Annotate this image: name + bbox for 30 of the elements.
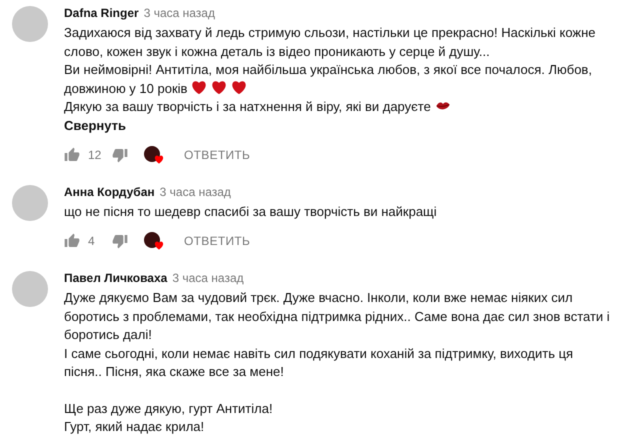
comment-text: Гурт, який надає крила! (64, 418, 206, 436)
heart-icon (191, 80, 208, 94)
avatar[interactable] (12, 271, 48, 307)
like-count: 12 (88, 146, 102, 164)
thumbs-down-icon[interactable] (112, 146, 128, 162)
avatar[interactable] (12, 184, 48, 220)
author-name[interactable]: Анна Кордубан (64, 182, 155, 200)
comment-text: Задихаюся від захвату й ледь стримую сльози, настільки це прекрасно! Наскількі кожне слово, кожен звук і кожна деталь із відео проникають у серце й душу... (64, 24, 597, 61)
reply-button[interactable]: ОТВЕТИТЬ (184, 232, 250, 250)
comment-text: що не пісня то шедевр спасибі за вашу творчість ви найкращі (64, 202, 438, 221)
heart-icon (211, 80, 228, 94)
author-name[interactable]: Dafna Ringer (64, 4, 139, 22)
comment-time[interactable]: 3 часа назад (172, 269, 244, 287)
like-count: 4 (88, 233, 96, 250)
thumbs-up-icon[interactable] (64, 146, 80, 162)
lips-icon (434, 100, 451, 112)
comment-text: І саме сьогодні, коли немає навіть сил подякувати коханій за підтримку, виходить ця пісня.. Пісня, яка скаже все за мене! (64, 344, 574, 381)
author-name[interactable]: Павел Личковаха (64, 269, 168, 287)
comment-time[interactable]: 3 часа назад (144, 4, 215, 22)
thumbs-down-icon[interactable] (112, 233, 128, 249)
thumbs-up-icon[interactable] (64, 233, 80, 249)
avatar[interactable] (12, 6, 48, 42)
heart-icon (231, 80, 248, 94)
comment-text: Дуже дякуємо Вам за чудовий трєк. Дуже вчасно. Інколи, коли вже немає ніяких сил боротись з проблемами, так необхідна підтримка рідних.. Саме вона дає сил знов встати і боротись далі! (64, 289, 610, 344)
reply-button[interactable]: ОТВЕТИТЬ (184, 146, 250, 164)
comment-text: Дякую за вашу творчість і за натхнення й віру, які ви даруєте (64, 98, 610, 116)
collapse-link[interactable]: Свернуть (64, 116, 126, 134)
comment-text: Ще раз дуже дякую, гурт Антитіла! (64, 400, 274, 418)
comment-time[interactable]: 3 часа назад (160, 182, 231, 200)
comment-text: Ви неймовірні! Антитіла, моя найбільша українська любов, з якої все почалося. Любов, довжиною у 10 років (64, 61, 593, 98)
